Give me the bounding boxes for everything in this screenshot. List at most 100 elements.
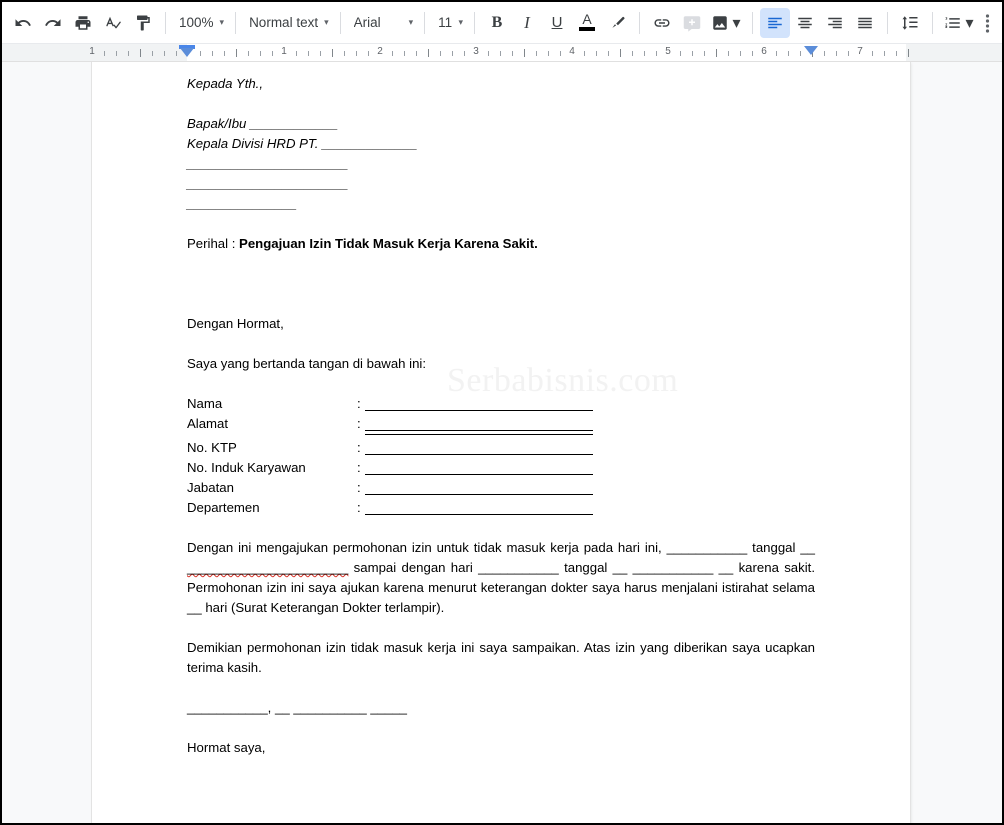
underline-button[interactable]: U xyxy=(542,8,572,38)
more-options-button[interactable] xyxy=(978,8,996,38)
undo-icon-svg xyxy=(15,18,31,26)
greeting: Dengan Hormat, xyxy=(187,316,284,331)
body-part-1: Dengan ini mengajukan permohonan izin un… xyxy=(187,540,815,555)
field-label: No. Induk Karyawan xyxy=(187,460,306,475)
field-blank-line[interactable] xyxy=(365,438,593,455)
highlight-icon xyxy=(611,16,625,28)
align-right-button[interactable] xyxy=(820,8,850,38)
insert-image-button[interactable]: ▾ xyxy=(707,8,745,38)
chevron-down-icon: ▾ xyxy=(324,17,329,27)
toolbar-separator xyxy=(339,11,341,34)
field-blank-line[interactable] xyxy=(365,458,593,475)
align-justify-button[interactable] xyxy=(850,8,880,38)
right-indent-marker[interactable] xyxy=(804,46,818,55)
add-comment-button[interactable] xyxy=(677,8,707,38)
document-page[interactable]: Serbabisnis.com Kepada Yth., Bapak/Ibu _… xyxy=(92,62,910,823)
paint-format-icon[interactable] xyxy=(128,8,158,38)
ruler-number: 2 xyxy=(377,46,383,57)
align-left-button[interactable] xyxy=(760,7,790,38)
font-family-selector[interactable]: Arial ▾ xyxy=(348,9,418,37)
field-label: No. KTP xyxy=(187,440,237,455)
field-blank-line[interactable] xyxy=(365,434,593,435)
align-center-button[interactable] xyxy=(790,8,820,38)
zoom-selector[interactable]: 100% ▾ xyxy=(173,9,228,37)
field-row: Nama : xyxy=(187,394,815,414)
toolbar-separator xyxy=(165,11,166,34)
chevron-down-icon: ▾ xyxy=(965,14,974,32)
print-icon[interactable] xyxy=(68,8,98,38)
field-colon: : xyxy=(357,480,361,495)
addressee-line-3: Kepala Divisi HRD PT. _____________ xyxy=(187,136,418,151)
field-row: No. Induk Karyawan : xyxy=(187,458,815,478)
undo-icon[interactable] xyxy=(8,8,38,38)
spell-check-icon-svg xyxy=(106,16,121,28)
body-paragraph: Dengan ini mengajukan permohonan izin un… xyxy=(187,538,815,618)
text-color-button[interactable]: A xyxy=(572,8,602,38)
bold-button[interactable]: B xyxy=(482,8,512,38)
paragraph-style-value: Normal text xyxy=(249,15,319,30)
toolbar-separator xyxy=(474,11,475,34)
align-left-icon xyxy=(768,17,782,28)
field-blank-line[interactable] xyxy=(365,478,593,495)
identity-fields: Nama : Alamat : No. KTP: No. Induk Kary… xyxy=(187,394,815,518)
addressee-line-4: ______________________ xyxy=(187,156,349,171)
align-center-icon xyxy=(798,17,812,28)
chevron-down-icon: ▾ xyxy=(732,14,741,32)
field-label: Departemen xyxy=(187,500,260,515)
text-color-swatch xyxy=(579,27,595,31)
google-docs-window: 100% ▾ Normal text ▾ Arial ▾ 11 ▾ B I U xyxy=(0,0,1004,825)
spell-check-icon[interactable] xyxy=(98,8,128,38)
insert-link-button[interactable] xyxy=(647,8,677,38)
addressee-line-6: _______________ xyxy=(187,196,298,211)
underline-icon: U xyxy=(551,14,563,31)
addressee-line-1: Kepada Yth., xyxy=(187,76,264,91)
intro-line: Saya yang bertanda tangan di bawah ini: xyxy=(187,356,427,371)
font-size-value: 11 xyxy=(438,15,453,30)
redo-icon[interactable] xyxy=(38,8,68,38)
line-spacing-button[interactable] xyxy=(895,8,925,38)
link-icon xyxy=(654,18,670,27)
document-body[interactable]: Kepada Yth., Bapak/Ibu ____________ Kepa… xyxy=(187,74,815,823)
text-color-icon: A xyxy=(579,12,595,31)
bold-icon: B xyxy=(491,13,503,31)
left-indent-marker[interactable] xyxy=(180,48,194,57)
field-colon: : xyxy=(357,500,361,515)
field-blank-line[interactable] xyxy=(365,498,593,515)
spell-error-blank[interactable]: ______________________ xyxy=(187,560,348,575)
field-label: Nama xyxy=(187,396,223,411)
toolbar-separator xyxy=(235,11,237,34)
field-blank-line[interactable] xyxy=(365,414,593,431)
ruler-track: 1 1 2 3 4 5 6 7 xyxy=(2,44,1002,61)
field-colon: : xyxy=(357,396,361,411)
ruler-number: 4 xyxy=(569,46,575,57)
align-justify-icon xyxy=(858,17,872,28)
ruler[interactable]: 1 1 2 3 4 5 6 7 xyxy=(2,44,1002,62)
field-blank-line[interactable] xyxy=(365,394,593,411)
toolbar: 100% ▾ Normal text ▾ Arial ▾ 11 ▾ B I U xyxy=(2,2,1002,44)
toolbar-separator xyxy=(887,11,888,34)
more-vertical-icon xyxy=(985,13,989,33)
field-label: Alamat xyxy=(187,416,229,431)
document-canvas[interactable]: Serbabisnis.com Kepada Yth., Bapak/Ibu _… xyxy=(2,62,1002,823)
paragraph-style-selector[interactable]: Normal text ▾ xyxy=(243,9,333,37)
numbered-list-button[interactable]: ▾ xyxy=(940,8,978,38)
ruler-number: 6 xyxy=(761,46,767,57)
highlight-button[interactable] xyxy=(602,8,632,38)
italic-button[interactable]: I xyxy=(512,8,542,38)
line-spacing-icon xyxy=(902,15,918,30)
place-date-line: ___________, __ __________ _____ xyxy=(187,700,408,715)
font-size-selector[interactable]: 11 ▾ xyxy=(432,9,467,37)
